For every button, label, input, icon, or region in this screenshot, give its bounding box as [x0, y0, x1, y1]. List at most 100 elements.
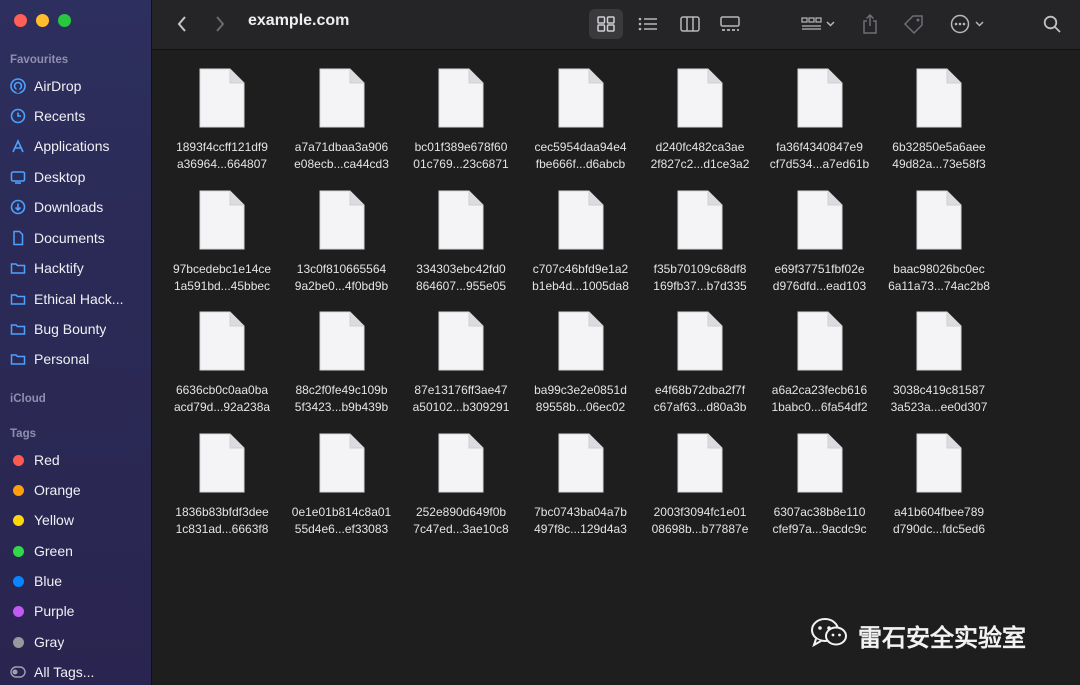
- file-item[interactable]: d240fc482ca3ae 2f827c2...d1ce3a2: [641, 67, 759, 187]
- toolbar: example.com: [152, 0, 1080, 50]
- tags-button[interactable]: [900, 9, 928, 39]
- sidebar-item-label: Yellow: [34, 512, 74, 528]
- file-item[interactable]: c707c46bfd9e1a2 b1eb4d...1005da8: [522, 189, 640, 309]
- file-item[interactable]: 6307ac38b8e110 cfef97a...9acdc9c: [761, 432, 879, 552]
- file-item[interactable]: e4f68b72dba2f7f c67af63...d80a3b: [641, 310, 759, 430]
- share-button[interactable]: [858, 9, 882, 39]
- file-name: e4f68b72dba2f7f c67af63...d80a3b: [641, 382, 759, 416]
- file-item[interactable]: fa36f4340847e9 cf7d534...a7ed61b: [761, 67, 879, 187]
- forward-button[interactable]: [208, 9, 232, 39]
- search-button[interactable]: [1040, 9, 1064, 39]
- file-name-line: e08ecb...ca44cd3: [294, 157, 389, 171]
- file-name-line: 6307ac38b8e110: [773, 504, 866, 519]
- column-view-button[interactable]: [673, 9, 707, 39]
- sidebar-tag-orange[interactable]: Orange: [10, 478, 145, 502]
- sidebar-item-personal[interactable]: Personal: [10, 347, 145, 371]
- document-file-icon: [199, 190, 245, 249]
- file-name-line: 5f3423...b9b439b: [294, 400, 389, 414]
- file-name-line: 97bcedebc1e14ce: [172, 261, 272, 276]
- file-item[interactable]: 1893f4ccff121df9 a36964...664807: [163, 67, 281, 187]
- file-name: a41b604fbee789 d790dc...fdc5ed6: [880, 504, 998, 538]
- file-name-line: 1893f4ccff121df9: [176, 140, 268, 154]
- sidebar-item-ethical-hacking[interactable]: Ethical Hack...: [10, 287, 145, 311]
- zoom-window-button[interactable]: [58, 14, 71, 27]
- more-actions-button[interactable]: [947, 9, 989, 39]
- file-item[interactable]: a7a71dbaa3a906 e08ecb...ca44cd3: [283, 67, 401, 187]
- watermark: 雷石安全实验室: [810, 617, 1026, 654]
- file-item[interactable]: f35b70109c68df8 169fb37...b7d335: [641, 189, 759, 309]
- file-item[interactable]: 2003f3094fc1e01 08698b...b77887e: [641, 432, 759, 552]
- file-item[interactable]: 3038c419c81587 3a523a...ee0d307: [880, 310, 998, 430]
- document-icon: [10, 230, 26, 246]
- file-item[interactable]: a6a2ca23fecb616 1babc0...6fa54df2: [761, 310, 879, 430]
- file-item[interactable]: cec5954daa94e4 fbe666f...d6abcb: [522, 67, 640, 187]
- icon-view-button[interactable]: [589, 9, 623, 39]
- sidebar-all-tags[interactable]: All Tags...: [10, 660, 145, 684]
- document-file-icon: [438, 190, 484, 249]
- file-item[interactable]: 1836b83bfdf3dee 1c831ad...6663f8: [163, 432, 281, 552]
- file-name: 334303ebc42fd0 864607...955e05: [402, 261, 520, 295]
- file-item[interactable]: 6b32850e5a6aee 49d82a...73e58f3: [880, 67, 998, 187]
- sidebar-tag-green[interactable]: Green: [10, 539, 145, 563]
- file-name-line: 2003f3094fc1e01: [653, 504, 747, 519]
- file-item[interactable]: e69f37751fbf02e d976dfd...ead103: [761, 189, 879, 309]
- file-item[interactable]: bc01f389e678f60 01c769...23c6871: [402, 67, 520, 187]
- file-name: 87e13176ff3ae47 a50102...b309291: [402, 382, 520, 416]
- file-grid: 1893f4ccff121df9 a36964...664807 a7a71dbaa…: [152, 51, 1080, 685]
- sidebar-tag-gray[interactable]: Gray: [10, 630, 145, 654]
- sidebar-item-recents[interactable]: Recents: [10, 104, 145, 128]
- file-name: e69f37751fbf02e d976dfd...ead103: [761, 261, 879, 295]
- file-name-line: 334303ebc42fd0: [416, 261, 506, 276]
- file-name-line: 3038c419c81587: [892, 383, 986, 397]
- group-button[interactable]: [795, 9, 841, 39]
- sidebar-item-desktop[interactable]: Desktop: [10, 165, 145, 189]
- airdrop-icon: [10, 78, 26, 94]
- file-name-line: 08698b...b77887e: [651, 521, 749, 536]
- sidebar-item-airdrop[interactable]: AirDrop: [10, 74, 145, 98]
- file-item[interactable]: 7bc0743ba04a7b 497f8c...129d4a3: [522, 432, 640, 552]
- file-name: ba99c3e2e0851d 89558b...06ec02: [522, 382, 640, 416]
- file-name-line: 6a11a73...74ac2b8: [888, 278, 990, 293]
- file-item[interactable]: 97bcedebc1e14ce 1a591bd...45bbec: [163, 189, 281, 309]
- file-name-line: 2f827c2...d1ce3a2: [650, 157, 750, 171]
- file-name-line: 49d82a...73e58f3: [892, 157, 986, 171]
- file-item[interactable]: 334303ebc42fd0 864607...955e05: [402, 189, 520, 309]
- file-name-line: 6636cb0c0aa0ba: [175, 383, 269, 397]
- file-name-line: 7bc0743ba04a7b: [534, 504, 627, 519]
- sidebar-item-hacktify[interactable]: Hacktify: [10, 256, 145, 280]
- file-item[interactable]: 13c0f810665564 9a2be0...4f0bd9b: [283, 189, 401, 309]
- file-name-line: 6b32850e5a6aee: [892, 140, 986, 154]
- sidebar-item-documents[interactable]: Documents: [10, 226, 145, 250]
- sidebar-tag-red[interactable]: Red: [10, 448, 145, 472]
- close-window-button[interactable]: [14, 14, 27, 27]
- file-item[interactable]: 6636cb0c0aa0ba acd79d...92a238a: [163, 310, 281, 430]
- back-button[interactable]: [170, 9, 194, 39]
- file-name-line: 88c2f0fe49c109b: [295, 383, 388, 397]
- file-item[interactable]: a41b604fbee789 d790dc...fdc5ed6: [880, 432, 998, 552]
- sidebar-tag-yellow[interactable]: Yellow: [10, 508, 145, 532]
- sidebar-item-applications[interactable]: Applications: [10, 134, 145, 158]
- file-name-line: cfef97a...9acdc9c: [772, 521, 867, 536]
- file-item[interactable]: ba99c3e2e0851d 89558b...06ec02: [522, 310, 640, 430]
- tag-dot: [12, 575, 24, 587]
- document-file-icon: [797, 68, 842, 128]
- sidebar-tag-purple[interactable]: Purple: [10, 599, 145, 623]
- grid-icon: [597, 16, 615, 32]
- document-file-icon: [319, 433, 364, 492]
- file-name-line: fa36f4340847e9: [776, 140, 863, 154]
- file-item[interactable]: baac98026bc0ec 6a11a73...74ac2b8: [880, 189, 998, 309]
- minimize-window-button[interactable]: [36, 14, 49, 27]
- sidebar-item-downloads[interactable]: Downloads: [10, 195, 145, 219]
- sidebar-item-bug-bounty[interactable]: Bug Bounty: [10, 317, 145, 341]
- file-item[interactable]: 87e13176ff3ae47 a50102...b309291: [402, 310, 520, 430]
- document-file-icon: [916, 433, 962, 492]
- list-view-button[interactable]: [631, 9, 665, 39]
- sidebar-tag-blue[interactable]: Blue: [10, 569, 145, 593]
- gallery-view-button[interactable]: [713, 9, 747, 39]
- file-item[interactable]: 252e890d649f0b 7c47ed...3ae10c8: [402, 432, 520, 552]
- document-file-icon: [916, 190, 962, 249]
- folder-icon: [10, 260, 26, 276]
- file-item[interactable]: 0e1e01b814c8a01 55d4e6...ef33083: [283, 432, 401, 552]
- file-name-line: 9a2be0...4f0bd9b: [294, 278, 389, 293]
- file-item[interactable]: 88c2f0fe49c109b 5f3423...b9b439b: [283, 310, 401, 430]
